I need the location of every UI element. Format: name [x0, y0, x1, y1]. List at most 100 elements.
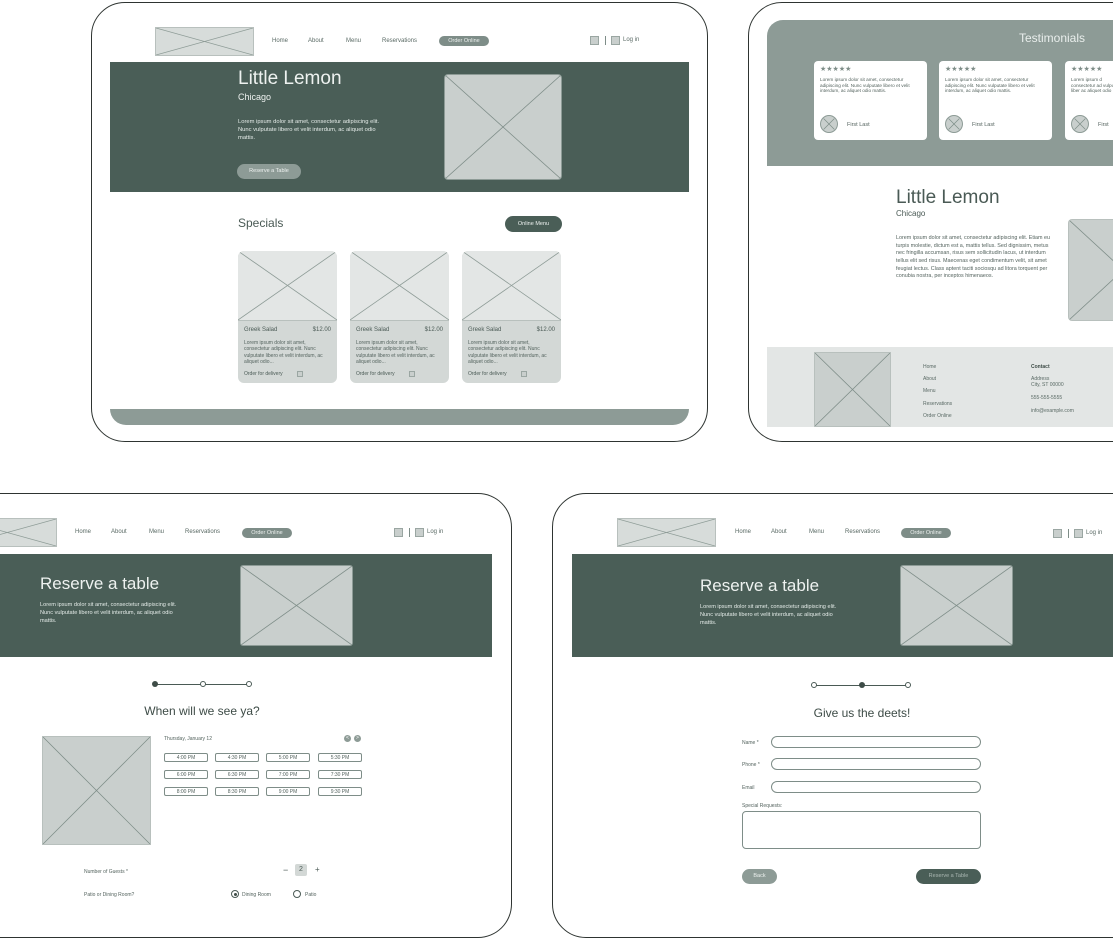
- time-slot[interactable]: 4:00 PM: [164, 753, 208, 762]
- hero-description: Lorem ipsum dolor sit amet, consectetur …: [40, 602, 177, 624]
- card-order-link[interactable]: Order for delivery: [356, 371, 395, 377]
- guests-increment-button[interactable]: +: [315, 865, 320, 874]
- time-slot[interactable]: 8:30 PM: [215, 787, 259, 796]
- time-slot[interactable]: 9:00 PM: [266, 787, 310, 796]
- cart-icon[interactable]: [394, 528, 403, 537]
- nav-menu[interactable]: Menu: [346, 38, 361, 44]
- user-icon[interactable]: [415, 528, 424, 537]
- time-slot[interactable]: 7:30 PM: [318, 770, 362, 779]
- rating-stars: ★★★★★: [820, 66, 852, 73]
- hero-title: Reserve a table: [700, 576, 820, 595]
- order-online-button[interactable]: Order Online: [439, 36, 489, 46]
- card-image: [350, 251, 449, 321]
- card-image: [462, 251, 561, 321]
- specials-title: Specials: [238, 216, 284, 230]
- footer-link-reservations[interactable]: Reservations: [923, 401, 952, 407]
- card-description: Lorem ipsum dolor sit amet, consectetur …: [244, 340, 323, 365]
- phone-input[interactable]: [771, 758, 981, 770]
- hero-image: [240, 565, 353, 646]
- special-requests-textarea[interactable]: [742, 811, 981, 849]
- online-menu-button[interactable]: Online Menu: [505, 216, 562, 232]
- reviewer-avatar: [820, 115, 838, 133]
- guests-value[interactable]: 2: [295, 864, 307, 876]
- rating-stars: ★★★★★: [1071, 66, 1103, 73]
- phone-label: Phone *: [742, 762, 760, 768]
- frame-testimonials: Testimonials ★★★★★ Lorem ipsum dolor sit…: [748, 2, 1113, 442]
- nav-reservations[interactable]: Reservations: [185, 529, 220, 535]
- footer-link-about[interactable]: About: [923, 376, 936, 382]
- guests-decrement-button[interactable]: −: [283, 865, 288, 875]
- hero-description: Lorem ipsum dolor sit amet, consectetur …: [700, 604, 837, 626]
- login-link[interactable]: Log in: [623, 37, 639, 43]
- hero-title: Reserve a table: [40, 574, 160, 593]
- logo-placeholder[interactable]: [155, 27, 254, 56]
- footer-link-home[interactable]: Home: [923, 364, 936, 370]
- nav-menu[interactable]: Menu: [149, 529, 164, 535]
- step-2-dot: [200, 681, 206, 687]
- contact-email[interactable]: info@example.com: [1031, 408, 1074, 414]
- card-price: $12.00: [424, 327, 443, 333]
- frame-reserve-step2: Home About Menu Reservations Order Onlin…: [552, 493, 1113, 938]
- time-slot[interactable]: 5:00 PM: [266, 753, 310, 762]
- prev-date-button[interactable]: <: [344, 735, 351, 742]
- nav-home[interactable]: Home: [735, 529, 751, 535]
- user-icon[interactable]: [611, 36, 620, 45]
- footer-logo: [814, 352, 891, 427]
- card-order-link[interactable]: Order for delivery: [468, 371, 507, 377]
- nav-home[interactable]: Home: [75, 529, 91, 535]
- user-icon[interactable]: [1074, 529, 1083, 538]
- delivery-icon: [297, 371, 303, 377]
- testimonial-text: Lorem ipsum d consectetur ad vulputate l…: [1071, 77, 1113, 94]
- testimonial-text: Lorem ipsum dolor sit amet, consectetur …: [945, 77, 1035, 94]
- nav-home[interactable]: Home: [272, 38, 288, 44]
- nav-about[interactable]: About: [111, 529, 127, 535]
- order-online-button[interactable]: Order Online: [242, 528, 292, 538]
- logo-placeholder[interactable]: [617, 518, 716, 547]
- reservation-image: [42, 736, 151, 845]
- login-link[interactable]: Log in: [1086, 530, 1102, 536]
- reserve-table-button[interactable]: Reserve a Table: [237, 164, 301, 179]
- delivery-icon: [521, 371, 527, 377]
- hero-description: Lorem ipsum dolor sit amet, consectetur …: [238, 119, 380, 142]
- nav-divider: [1068, 529, 1069, 538]
- email-input[interactable]: [771, 781, 981, 793]
- step-3-dot: [246, 681, 252, 687]
- logo-placeholder[interactable]: [0, 518, 57, 547]
- radio-dining-room[interactable]: [231, 890, 239, 898]
- nav-about[interactable]: About: [308, 38, 324, 44]
- nav-menu[interactable]: Menu: [809, 529, 824, 535]
- about-title: Little Lemon: [896, 187, 1000, 208]
- cart-icon[interactable]: [590, 36, 599, 45]
- time-slot[interactable]: 8:00 PM: [164, 787, 208, 796]
- cart-icon[interactable]: [1053, 529, 1062, 538]
- nav-reservations[interactable]: Reservations: [382, 38, 417, 44]
- card-order-link[interactable]: Order for delivery: [244, 371, 283, 377]
- special-card[interactable]: Greek Salad $12.00 Lorem ipsum dolor sit…: [350, 251, 449, 383]
- radio-dot: [233, 892, 237, 896]
- special-card[interactable]: Greek Salad $12.00 Lorem ipsum dolor sit…: [238, 251, 337, 383]
- nav-about[interactable]: About: [771, 529, 787, 535]
- login-link[interactable]: Log in: [427, 529, 443, 535]
- order-online-button[interactable]: Order Online: [901, 528, 951, 538]
- radio-patio[interactable]: [293, 890, 301, 898]
- reviewer-avatar: [1071, 115, 1089, 133]
- step-2-dot: [859, 682, 865, 688]
- time-slot[interactable]: 6:30 PM: [215, 770, 259, 779]
- time-slot[interactable]: 7:00 PM: [266, 770, 310, 779]
- time-slot[interactable]: 9:30 PM: [318, 787, 362, 796]
- time-slot[interactable]: 4:30 PM: [215, 753, 259, 762]
- option-patio-label: Patio: [305, 892, 317, 898]
- nav-reservations[interactable]: Reservations: [845, 529, 880, 535]
- back-button[interactable]: Back: [742, 869, 777, 884]
- card-description: Lorem ipsum dolor sit amet, consectetur …: [356, 340, 435, 365]
- footer-link-menu[interactable]: Menu: [923, 388, 936, 394]
- special-card[interactable]: Greek Salad $12.00 Lorem ipsum dolor sit…: [462, 251, 561, 383]
- next-date-button[interactable]: >: [354, 735, 361, 742]
- testimonials-title: Testimonials: [1019, 31, 1086, 45]
- about-text: Lorem ipsum dolor sit amet, consectetur …: [896, 235, 1051, 280]
- name-input[interactable]: [771, 736, 981, 748]
- time-slot[interactable]: 5:30 PM: [318, 753, 362, 762]
- footer-link-order-online[interactable]: Order Online: [923, 413, 952, 419]
- reserve-table-button[interactable]: Reserve a Table: [916, 869, 981, 884]
- time-slot[interactable]: 6:00 PM: [164, 770, 208, 779]
